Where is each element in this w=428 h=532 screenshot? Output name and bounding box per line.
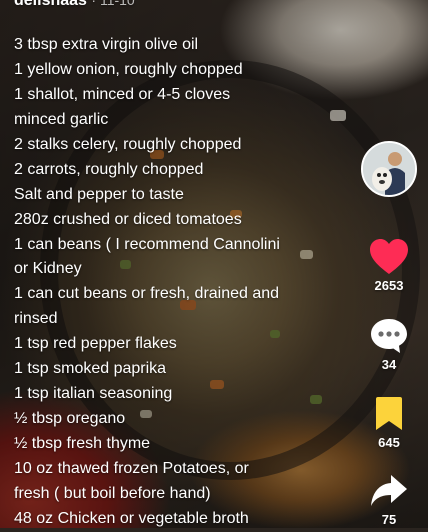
caption-line: or Kidney [14,260,82,278]
like-count: 2653 [374,278,404,293]
caption-line: ½ tbsp oregano [14,410,126,428]
share-arrow-icon [371,475,407,506]
caption-line: 48 oz Chicken or vegetable broth [14,509,249,527]
author-name[interactable]: delishaas [14,0,87,9]
caption-line: 1 shallot, minced or 4-5 cloves [14,85,231,103]
share-count: 75 [381,512,397,527]
caption-line: 1 yellow onion, roughly chopped [14,60,243,78]
caption-line: 1 can cut beans or fresh, drained and [14,285,280,303]
author-row[interactable]: delishaas · 11-10 [14,0,135,10]
caption-line: 2 carrots, roughly chopped [14,160,204,178]
caption-line: rinsed [14,310,58,328]
post-date: 11-10 [99,0,135,8]
comment-button[interactable]: 34 [364,317,414,372]
caption-line: Salt and pepper to taste [14,185,184,203]
comment-bubble-icon [371,319,407,353]
creator-avatar[interactable] [361,141,417,197]
save-button[interactable]: 645 [364,395,414,450]
caption-line: minced garlic [14,110,109,128]
caption-line: fresh ( but boil before hand) [14,484,211,502]
heart-icon [370,239,408,274]
caption-text: 3 tbsp extra virgin olive oil 1 yellow on… [14,33,349,532]
comment-count: 34 [381,357,397,372]
caption-line: 1 can beans ( I recommend Cannolini [14,235,280,253]
caption-line: 1 tsp red pepper flakes [14,335,177,353]
caption-line: 1 tsp italian seasoning [14,385,173,403]
avatar-image [363,143,415,195]
caption-line: 280z crushed or diced tomatoes [14,210,242,228]
share-button[interactable]: 75 [364,472,414,527]
caption-line: 10 oz thawed frozen Potatoes, or [14,459,249,477]
caption-line: ½ tbsp fresh thyme [14,435,151,452]
caption-line: 1 tsp smoked paprika [14,360,167,378]
save-count: 645 [378,435,400,450]
like-button[interactable]: 2653 [364,238,414,293]
bookmark-icon [376,397,402,430]
caption-line: 3 tbsp extra virgin olive oil [14,36,199,53]
caption-line: 2 stalks celery, roughly chopped [14,135,242,153]
